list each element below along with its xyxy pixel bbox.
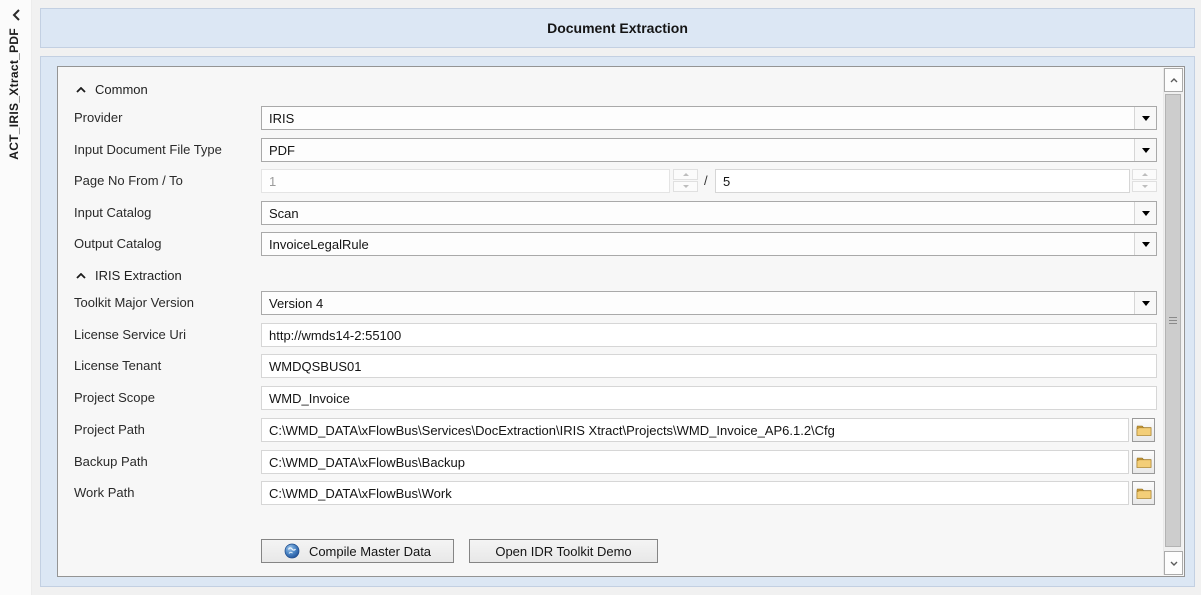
triangle-up-icon: [683, 173, 689, 176]
page-title: Document Extraction: [547, 20, 688, 36]
project-path-input[interactable]: [261, 418, 1129, 442]
page-no-from-input[interactable]: [261, 169, 670, 193]
scroll-up-button[interactable]: [1164, 68, 1183, 92]
toolkit-version-combobox[interactable]: Version 4: [261, 291, 1157, 315]
row-input-catalog: Input Catalog Scan: [58, 201, 1184, 225]
row-output-catalog: Output Catalog InvoiceLegalRule: [58, 232, 1184, 256]
open-idr-toolkit-demo-label: Open IDR Toolkit Demo: [495, 544, 631, 559]
row-input-doc-type: Input Document File Type PDF: [58, 138, 1184, 162]
header-bar: Document Extraction: [40, 8, 1195, 48]
triangle-down-icon: [1142, 148, 1150, 153]
chevron-up-icon[interactable]: [75, 270, 87, 282]
page-no-label: Page No From / To: [74, 169, 183, 193]
stepper-up-button[interactable]: [1132, 169, 1157, 180]
row-project-path: Project Path: [58, 418, 1184, 442]
chevron-down-icon: [1170, 561, 1178, 566]
page-no-separator: /: [704, 169, 708, 193]
page-no-to-stepper: [1132, 169, 1157, 193]
vertical-scrollbar[interactable]: [1163, 68, 1183, 575]
backup-path-browse-button[interactable]: [1132, 450, 1155, 474]
scrollbar-thumb[interactable]: [1165, 94, 1181, 547]
row-project-scope: Project Scope: [58, 386, 1184, 410]
triangle-down-icon: [683, 185, 689, 188]
outer-panel: Common Provider IRIS Input Document File…: [40, 56, 1195, 587]
row-provider: Provider IRIS: [58, 106, 1184, 130]
project-scope-label: Project Scope: [74, 386, 155, 410]
input-doc-type-combobox[interactable]: PDF: [261, 138, 1157, 162]
row-license-tenant: License Tenant: [58, 354, 1184, 378]
row-page-no: Page No From / To /: [58, 169, 1184, 193]
input-doc-type-value: PDF: [262, 143, 1134, 158]
license-uri-input[interactable]: [261, 323, 1157, 347]
dropdown-arrow-button[interactable]: [1134, 139, 1156, 161]
input-catalog-value: Scan: [262, 206, 1134, 221]
triangle-down-icon: [1142, 301, 1150, 306]
project-scope-input[interactable]: [261, 386, 1157, 410]
stepper-down-button[interactable]: [673, 181, 698, 192]
section-iris-extraction-label: IRIS Extraction: [95, 267, 182, 285]
toolkit-version-label: Toolkit Major Version: [74, 291, 194, 315]
row-work-path: Work Path: [58, 481, 1184, 505]
dropdown-arrow-button[interactable]: [1134, 233, 1156, 255]
row-toolkit-version: Toolkit Major Version Version 4: [58, 291, 1184, 315]
page-no-from-stepper: [673, 169, 698, 193]
output-catalog-combobox[interactable]: InvoiceLegalRule: [261, 232, 1157, 256]
project-path-browse-button[interactable]: [1132, 418, 1155, 442]
license-uri-label: License Service Uri: [74, 323, 186, 347]
chevron-left-icon[interactable]: [9, 7, 23, 23]
input-catalog-combobox[interactable]: Scan: [261, 201, 1157, 225]
sidebar-tab-act-iris-xtract-pdf[interactable]: ACT_IRIS_Xtract_PDF: [7, 28, 21, 160]
open-idr-toolkit-demo-button[interactable]: Open IDR Toolkit Demo: [469, 539, 658, 563]
license-tenant-label: License Tenant: [74, 354, 161, 378]
folder-icon: [1136, 487, 1152, 500]
section-iris-extraction: IRIS Extraction: [58, 267, 1184, 285]
triangle-down-icon: [1142, 242, 1150, 247]
compile-master-data-label: Compile Master Data: [309, 544, 431, 559]
dropdown-arrow-button[interactable]: [1134, 107, 1156, 129]
dropdown-arrow-button[interactable]: [1134, 292, 1156, 314]
output-catalog-value: InvoiceLegalRule: [262, 237, 1134, 252]
grip-icon: [1169, 317, 1177, 324]
folder-icon: [1136, 456, 1152, 469]
scroll-down-button[interactable]: [1164, 551, 1183, 575]
row-license-uri: License Service Uri: [58, 323, 1184, 347]
input-doc-type-label: Input Document File Type: [74, 138, 222, 162]
page-no-to-input[interactable]: [715, 169, 1130, 193]
row-backup-path: Backup Path: [58, 450, 1184, 474]
work-path-input[interactable]: [261, 481, 1129, 505]
provider-label: Provider: [74, 106, 122, 130]
section-common: Common: [58, 81, 1184, 99]
backup-path-label: Backup Path: [74, 450, 148, 474]
dropdown-arrow-button[interactable]: [1134, 202, 1156, 224]
license-tenant-input[interactable]: [261, 354, 1157, 378]
chevron-up-icon: [1170, 78, 1178, 83]
work-path-label: Work Path: [74, 481, 134, 505]
stepper-up-button[interactable]: [673, 169, 698, 180]
row-actions: Compile Master Data Open IDR Toolkit Dem…: [58, 539, 1184, 563]
form-panel: Common Provider IRIS Input Document File…: [57, 66, 1185, 577]
triangle-up-icon: [1142, 173, 1148, 176]
work-path-browse-button[interactable]: [1132, 481, 1155, 505]
section-common-label: Common: [95, 81, 148, 99]
folder-icon: [1136, 424, 1152, 437]
compile-master-data-button[interactable]: Compile Master Data: [261, 539, 454, 563]
chevron-up-icon[interactable]: [75, 84, 87, 96]
compile-globe-icon: [284, 543, 300, 559]
provider-value: IRIS: [262, 111, 1134, 126]
provider-combobox[interactable]: IRIS: [261, 106, 1157, 130]
triangle-down-icon: [1142, 211, 1150, 216]
triangle-down-icon: [1142, 116, 1150, 121]
project-path-label: Project Path: [74, 418, 145, 442]
stepper-down-button[interactable]: [1132, 181, 1157, 192]
backup-path-input[interactable]: [261, 450, 1129, 474]
triangle-down-icon: [1142, 185, 1148, 188]
output-catalog-label: Output Catalog: [74, 232, 161, 256]
toolkit-version-value: Version 4: [262, 296, 1134, 311]
input-catalog-label: Input Catalog: [74, 201, 151, 225]
left-tab-strip: ACT_IRIS_Xtract_PDF: [0, 0, 32, 595]
